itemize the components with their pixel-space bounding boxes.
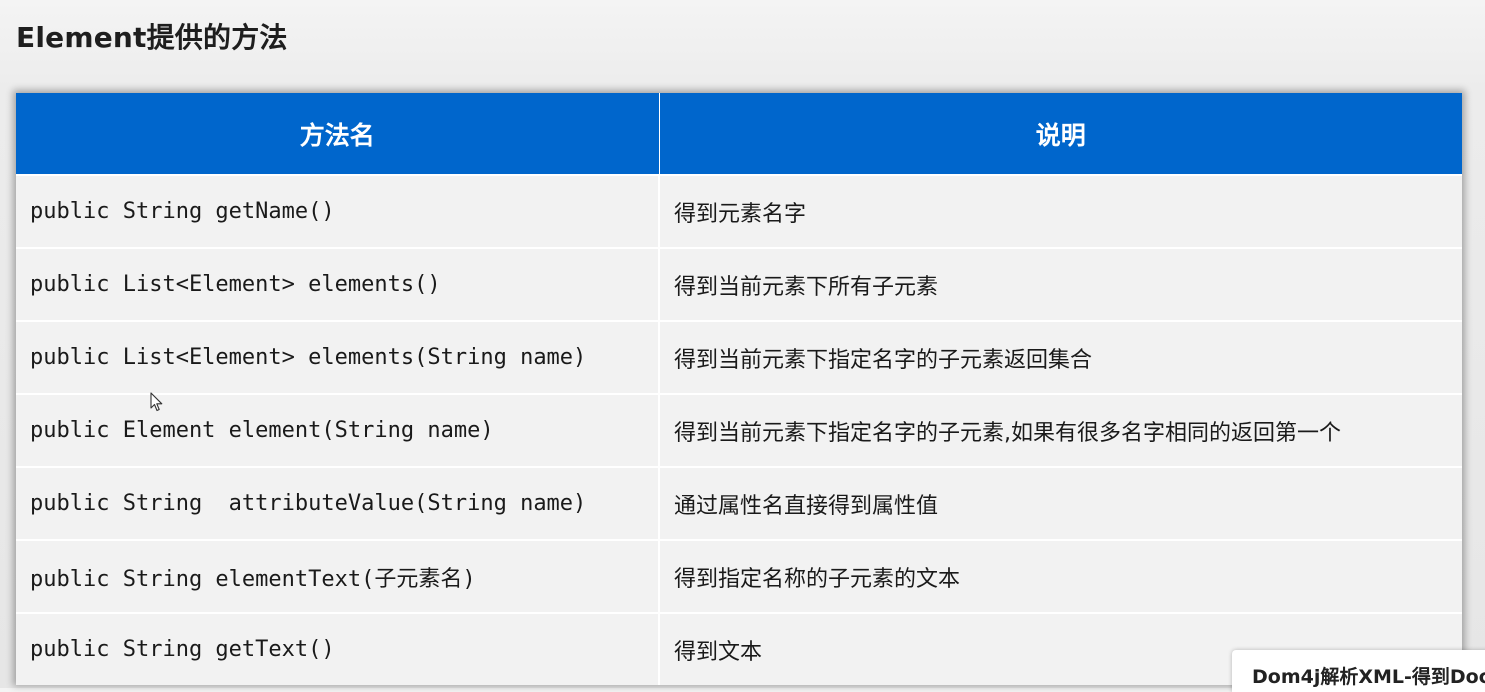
caption-text: Dom4j解析XML-得到Doc bbox=[1252, 666, 1485, 688]
method-description: 得到当前元素下所有子元素 bbox=[659, 247, 1462, 321]
method-signature: public Element element(String name) bbox=[16, 393, 660, 467]
table-row: public String elementText(子元素名) 得到指定名称的子… bbox=[16, 539, 1462, 613]
method-signature: public String elementText(子元素名) bbox=[16, 539, 660, 613]
method-signature: public List<Element> elements(String nam… bbox=[16, 320, 660, 394]
column-header-method-name: 方法名 bbox=[16, 93, 660, 175]
method-signature: public String attributeValue(String name… bbox=[16, 466, 660, 540]
method-signature: public String getName() bbox=[16, 174, 660, 248]
methods-table: 方法名 说明 public String getName() 得到元素名字 pu… bbox=[16, 93, 1462, 685]
video-caption: Dom4j解析XML-得到Doc bbox=[1232, 650, 1485, 692]
table-row: public String getName() 得到元素名字 bbox=[16, 174, 1462, 248]
page-title: Element提供的方法 bbox=[16, 21, 288, 54]
method-signature: public String getText() bbox=[16, 612, 660, 685]
method-description: 通过属性名直接得到属性值 bbox=[659, 466, 1462, 540]
table-row: public List<Element> elements() 得到当前元素下所… bbox=[16, 247, 1462, 321]
method-description: 得到当前元素下指定名字的子元素,如果有很多名字相同的返回第一个 bbox=[659, 393, 1462, 467]
method-description: 得到指定名称的子元素的文本 bbox=[659, 539, 1462, 613]
method-description: 得到元素名字 bbox=[659, 174, 1462, 248]
methods-table-container: 方法名 说明 public String getName() 得到元素名字 pu… bbox=[16, 93, 1462, 685]
column-header-description: 说明 bbox=[659, 93, 1462, 175]
table-row: public Element element(String name) 得到当前… bbox=[16, 393, 1462, 467]
table-row: public List<Element> elements(String nam… bbox=[16, 320, 1462, 394]
method-description: 得到当前元素下指定名字的子元素返回集合 bbox=[659, 320, 1462, 394]
table-header-row: 方法名 说明 bbox=[16, 93, 1462, 175]
table-row: public String attributeValue(String name… bbox=[16, 466, 1462, 540]
mouse-pointer-icon bbox=[150, 392, 163, 412]
method-signature: public List<Element> elements() bbox=[16, 247, 660, 321]
